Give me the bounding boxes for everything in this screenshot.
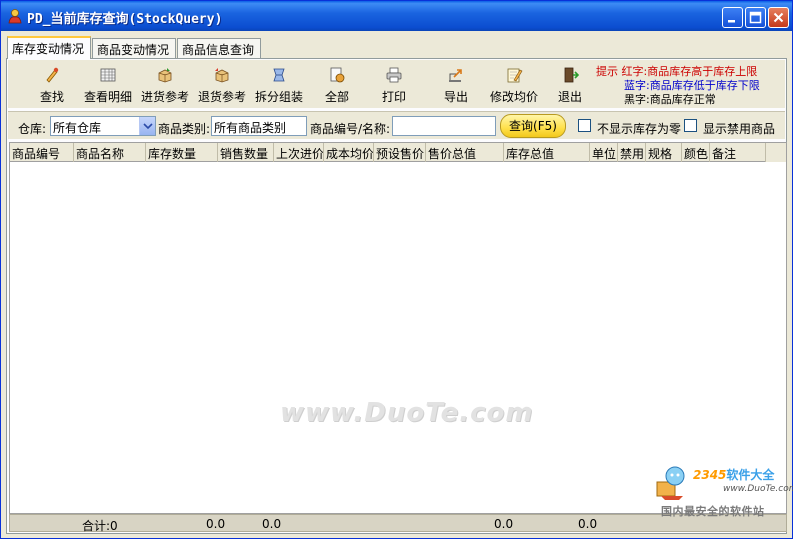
split-assemble-button[interactable]: 拆分组装 (253, 66, 305, 106)
col-stock-qty[interactable]: 库存数量 (146, 143, 218, 162)
hint-prefix: 提示 (596, 65, 618, 78)
col-preset-price[interactable]: 预设售价 (374, 143, 426, 162)
window-title: PD_当前库存查询(StockQuery) (27, 12, 223, 27)
modify-average-price-button[interactable]: 修改均价 (488, 66, 540, 106)
show-all-label: 全部 (324, 90, 349, 104)
col-unit[interactable]: 单位 (590, 143, 618, 162)
show-disabled-label: 显示禁用商品 (703, 122, 776, 136)
modify-average-price-label: 修改均价 (489, 90, 538, 104)
minimize-button[interactable] (722, 7, 743, 28)
find-button[interactable]: 查找 (36, 66, 68, 106)
tab-stock-changes[interactable]: 库存变动情况 (7, 36, 91, 59)
exit-label: 退出 (557, 90, 582, 104)
purchase-reference-label: 进货参考 (140, 90, 189, 104)
printer-icon (386, 67, 402, 83)
app-icon (8, 9, 22, 24)
category-value: 所有商品类别 (214, 121, 287, 135)
close-icon (773, 12, 784, 23)
total-stock-value: 0.0 (578, 517, 598, 531)
total-stock-qty: 0.0 (206, 517, 226, 531)
stock-table[interactable]: 商品编号 商品名称 库存数量 销售数量 上次进价 成本均价 预设售价 售价总值 … (9, 142, 787, 514)
col-sales-qty[interactable]: 销售数量 (218, 143, 274, 162)
site-logo: 2345软件大全 www.DuoTe.com 国内最安全的软件站 (653, 462, 793, 522)
purchase-icon (158, 68, 172, 83)
mascot-logo-icon (656, 466, 685, 500)
col-disabled[interactable]: 禁用 (618, 143, 646, 162)
stock-query-window: PD_当前库存查询(StockQuery) 库存变动情况 商品变动情况 商品信息… (0, 0, 793, 539)
tab-product-info[interactable]: 商品信息查询 (177, 38, 261, 58)
filter-bar: 仓库: 所有仓库 商品类别: 所有商品类别 商品编号/名称: 查询(F5) 不显… (8, 111, 785, 139)
hint-black-text: 黑字:商品库存正常 (624, 93, 716, 106)
code-name-input[interactable] (395, 119, 493, 133)
header-filler (766, 143, 786, 162)
toolbar: 查找 查看明细 进货参考 退货参考 拆分组装 全部 打印 导出 修改均价 退出 … (8, 60, 785, 108)
print-label: 打印 (381, 90, 406, 104)
category-field[interactable]: 所有商品类别 (211, 116, 307, 136)
logo-url: www.DuoTe.com (723, 484, 793, 494)
warehouse-label: 仓库: (18, 122, 47, 136)
title-bar[interactable]: PD_当前库存查询(StockQuery) (1, 1, 792, 31)
query-button[interactable]: 查询(F5) (500, 114, 566, 138)
maximize-icon (749, 11, 762, 24)
export-label: 导出 (443, 90, 468, 104)
logo-slogan: 国内最安全的软件站 (661, 505, 765, 518)
site-watermark: www.DuoTe.com (280, 398, 534, 428)
view-detail-label: 查看明细 (83, 90, 132, 104)
hide-zero-stock-label: 不显示库存为零 (597, 122, 682, 136)
show-disabled-checkbox[interactable] (684, 119, 697, 132)
exit-icon (564, 67, 579, 83)
total-sales-value: 0.0 (494, 517, 514, 531)
split-assemble-label: 拆分组装 (254, 90, 303, 104)
return-reference-label: 退货参考 (197, 90, 246, 104)
total-sales-qty: 0.0 (262, 517, 282, 531)
maximize-button[interactable] (745, 7, 766, 28)
print-button[interactable]: 打印 (378, 66, 410, 106)
code-name-label: 商品编号/名称: (310, 122, 391, 136)
export-button[interactable]: 导出 (440, 66, 472, 106)
hint-blue-text: 蓝字:商品库存低于库存下限 (624, 79, 760, 92)
logo-brand: 2345软件大全 (693, 466, 774, 483)
category-label: 商品类别: (158, 122, 211, 136)
all-icon (330, 67, 345, 83)
find-icon (46, 67, 59, 83)
hide-zero-stock-checkbox[interactable] (578, 119, 591, 132)
col-product-code[interactable]: 商品编号 (10, 143, 74, 162)
view-detail-button[interactable]: 查看明细 (82, 66, 134, 106)
export-icon (449, 69, 462, 82)
logo-brand-text: 软件大全 (726, 468, 775, 482)
col-color[interactable]: 颜色 (682, 143, 710, 162)
chevron-down-icon[interactable] (139, 117, 155, 135)
col-stock-total[interactable]: 库存总值 (504, 143, 590, 162)
find-label: 查找 (39, 90, 64, 104)
edit-icon (507, 68, 523, 83)
purchase-reference-button[interactable]: 进货参考 (139, 66, 191, 106)
stock-color-hint: 提示 红字:商品库存高于库存上限 蓝字:商品库存低于库存下限 黑字:商品库存正常 (596, 65, 760, 107)
table-header: 商品编号 商品名称 库存数量 销售数量 上次进价 成本均价 预设售价 售价总值 … (10, 143, 786, 162)
warehouse-select[interactable]: 所有仓库 (50, 116, 156, 136)
col-last-purchase-price[interactable]: 上次进价 (274, 143, 324, 162)
total-count: 合计:0 (82, 519, 118, 533)
tab-product-changes[interactable]: 商品变动情况 (92, 38, 176, 58)
col-average-cost[interactable]: 成本均价 (324, 143, 374, 162)
grid-detail-icon (100, 68, 116, 82)
split-icon (273, 68, 285, 82)
show-all-button[interactable]: 全部 (321, 66, 353, 106)
minimize-icon (728, 20, 735, 23)
warehouse-value: 所有仓库 (53, 121, 102, 135)
code-name-field[interactable] (392, 116, 496, 136)
logo-number: 2345 (693, 468, 727, 482)
col-sales-total[interactable]: 售价总值 (426, 143, 504, 162)
hint-red-text: 红字:商品库存高于库存上限 (621, 65, 758, 78)
exit-button[interactable]: 退出 (554, 66, 586, 106)
return-icon (215, 68, 229, 83)
col-remark[interactable]: 备注 (710, 143, 766, 162)
close-button[interactable] (768, 7, 789, 28)
return-reference-button[interactable]: 退货参考 (196, 66, 248, 106)
col-spec[interactable]: 规格 (646, 143, 682, 162)
col-product-name[interactable]: 商品名称 (74, 143, 146, 162)
